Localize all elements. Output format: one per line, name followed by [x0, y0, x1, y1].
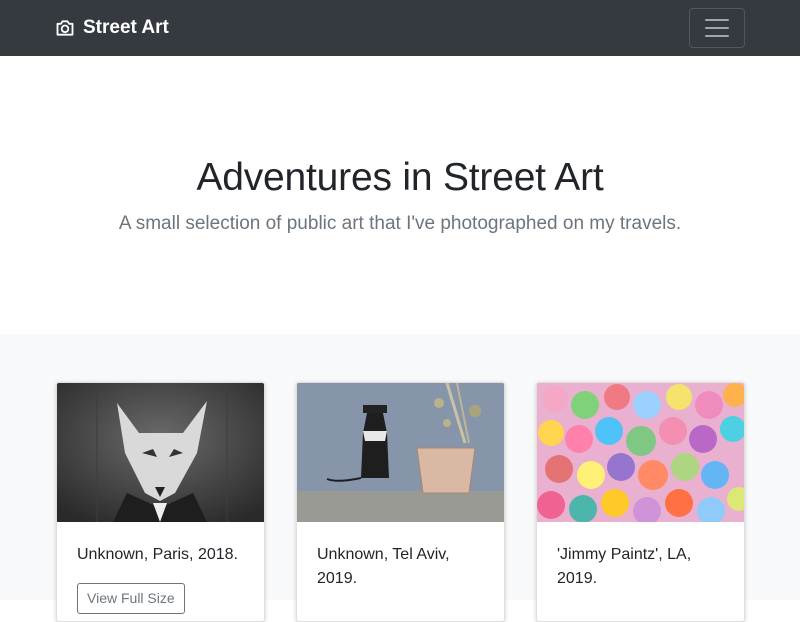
smiley-mural-image[interactable] — [537, 383, 744, 522]
card-caption: 'Jimmy Paintz', LA, 2019. — [557, 546, 692, 587]
card-caption: Unknown, Paris, 2018. — [77, 546, 238, 563]
lead-text: A small selection of public art that I'v… — [118, 213, 682, 234]
navbar: Street Art — [0, 0, 800, 56]
page-title: Adventures in Street Art — [196, 156, 604, 199]
navbar-brand[interactable]: Street Art — [55, 17, 169, 39]
rat-mural-image[interactable] — [297, 383, 504, 522]
album: Unknown, Paris, 2018. View Full Size Unk… — [0, 334, 800, 622]
view-full-size-button[interactable]: View Full Size — [77, 583, 185, 614]
wolf-mural-image[interactable] — [57, 383, 264, 522]
card-1: Unknown, Paris, 2018. View Full Size — [56, 382, 265, 622]
card-caption: Unknown, Tel Aviv, 2019. — [317, 546, 450, 587]
card-3: 'Jimmy Paintz', LA, 2019. — [536, 382, 745, 622]
jumbotron: Adventures in Street Art A small selecti… — [0, 56, 800, 334]
camera-icon — [56, 20, 74, 36]
hamburger-menu-icon — [705, 19, 729, 21]
navbar-toggler-button[interactable] — [689, 8, 745, 48]
brand-label: Street Art — [83, 17, 169, 38]
card-2: Unknown, Tel Aviv, 2019. — [296, 382, 505, 622]
